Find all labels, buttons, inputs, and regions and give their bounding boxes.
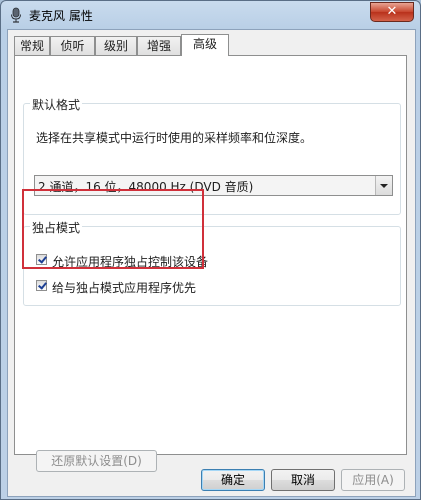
default-format-description: 选择在共享模式中运行时使用的采样频率和位深度。	[36, 131, 313, 145]
window-title: 麦克风 属性	[29, 9, 93, 23]
default-format-title: 默认格式	[30, 96, 83, 113]
properties-dialog: 麦克风 属性 ✕ 常规 侦听 级别 增强 高级 默认格式 选择在共享模式中运行时…	[0, 0, 421, 500]
tab-enhancements[interactable]: 增强	[137, 36, 181, 55]
title-bar[interactable]: 麦克风 属性 ✕	[1, 1, 420, 29]
default-format-group: 默认格式 选择在共享模式中运行时使用的采样频率和位深度。 2 通道，16 位，4…	[23, 96, 401, 215]
advanced-tab-page: 默认格式 选择在共享模式中运行时使用的采样频率和位深度。 2 通道，16 位，4…	[14, 55, 407, 472]
apply-button[interactable]: 应用(A)	[341, 469, 405, 491]
exclusive-priority-label[interactable]: 给与独占模式应用程序优先	[52, 279, 196, 296]
sample-format-value: 2 通道，16 位，48000 Hz (DVD 音质)	[38, 180, 254, 194]
tab-levels[interactable]: 级别	[95, 36, 137, 55]
tab-general[interactable]: 常规	[14, 36, 50, 55]
exclusive-mode-group: 独占模式 允许应用程序独占控制该设备 给与独占模式应用程序优先	[23, 219, 401, 306]
exclusive-priority-checkbox[interactable]	[36, 280, 47, 291]
tab-listen[interactable]: 侦听	[50, 36, 95, 55]
chevron-down-icon[interactable]	[375, 176, 392, 195]
tab-advanced[interactable]: 高级	[181, 34, 229, 56]
sample-format-dropdown[interactable]: 2 通道，16 位，48000 Hz (DVD 音质)	[34, 175, 393, 196]
allow-exclusive-control-checkbox[interactable]	[36, 254, 47, 265]
allow-exclusive-control-label[interactable]: 允许应用程序独占控制该设备	[52, 253, 208, 270]
microphone-icon	[11, 7, 21, 23]
restore-defaults-button[interactable]: 还原默认设置(D)	[36, 450, 157, 472]
close-icon: ✕	[386, 4, 398, 19]
close-button[interactable]: ✕	[370, 2, 414, 22]
ok-button[interactable]: 确定	[201, 469, 265, 491]
exclusive-mode-title: 独占模式	[30, 219, 83, 236]
cancel-button[interactable]: 取消	[271, 469, 335, 491]
dialog-body: 常规 侦听 级别 增强 高级 默认格式 选择在共享模式中运行时使用的采样频率和位…	[7, 29, 416, 497]
